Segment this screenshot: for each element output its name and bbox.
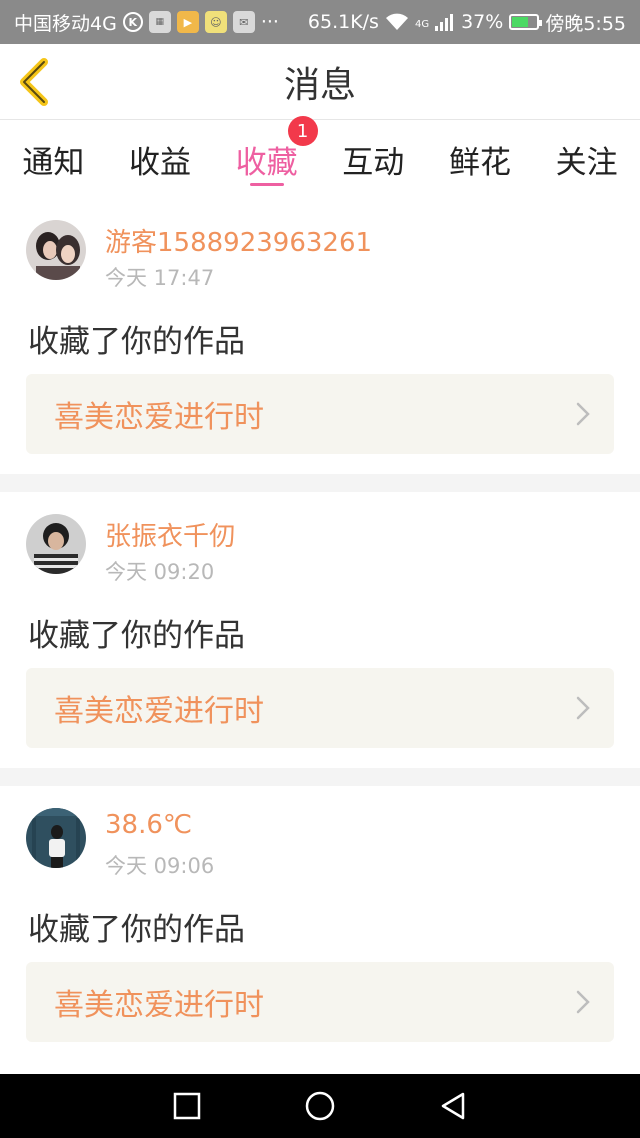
- tab-favorites[interactable]: 收藏 1: [230, 116, 318, 198]
- work-title: 喜美恋爱进行时: [54, 694, 264, 729]
- mail-icon: ✉: [232, 11, 255, 33]
- carrier-label: 中国移动4G: [14, 12, 117, 35]
- timestamp: 今天 17:47: [105, 266, 215, 290]
- work-title: 喜美恋爱进行时: [54, 400, 264, 435]
- more-notifications: ···: [260, 11, 279, 33]
- action-text: 收藏了你的作品: [28, 618, 245, 654]
- status-left: 中国移动4G K ▦ ▶ ☺ ✉ ···: [14, 9, 279, 36]
- message-list: 游客1588923963261 今天 17:47 收藏了你的作品 喜美恋爱进行时…: [0, 198, 640, 1062]
- tab-interaction[interactable]: 互动: [336, 120, 410, 198]
- avatar[interactable]: [26, 514, 86, 574]
- work-link[interactable]: 喜美恋爱进行时: [26, 374, 614, 454]
- back-button[interactable]: [14, 56, 58, 108]
- network-speed: 65.1K/s: [307, 11, 379, 33]
- timestamp: 今天 09:20: [105, 560, 215, 584]
- work-title: 喜美恋爱进行时: [54, 988, 264, 1023]
- work-link[interactable]: 喜美恋爱进行时: [26, 668, 614, 748]
- action-text: 收藏了你的作品: [28, 324, 245, 360]
- square-icon: [173, 1092, 200, 1120]
- work-link[interactable]: 喜美恋爱进行时: [26, 962, 614, 1042]
- tab-flowers[interactable]: 鲜花: [443, 120, 517, 198]
- chevron-right-icon: [576, 990, 590, 1014]
- avatar[interactable]: [26, 220, 86, 280]
- unread-badge: 1: [287, 116, 318, 146]
- timestamp: 今天 09:06: [105, 854, 215, 878]
- recents-button[interactable]: [169, 1088, 205, 1124]
- username[interactable]: 游客1588923963261: [105, 222, 372, 259]
- avatar[interactable]: [26, 808, 86, 868]
- chevron-left-icon: [20, 58, 48, 106]
- chat-icon: ☺: [204, 11, 227, 33]
- message-card: 游客1588923963261 今天 17:47 收藏了你的作品 喜美恋爱进行时: [0, 198, 640, 474]
- back-nav-button[interactable]: [435, 1088, 471, 1124]
- home-button[interactable]: [302, 1088, 338, 1124]
- chevron-right-icon: [576, 696, 590, 720]
- signal-icon: [435, 14, 454, 31]
- video-icon: ▶: [176, 11, 199, 33]
- tab-earnings[interactable]: 收益: [123, 120, 197, 198]
- signal-type-label: 4G: [414, 18, 430, 30]
- battery-percent: 37%: [461, 11, 504, 33]
- status-bar: 中国移动4G K ▦ ▶ ☺ ✉ ··· 65.1K/s 4G 37% 傍晚5:…: [0, 0, 640, 44]
- system-nav-bar: [0, 1074, 640, 1138]
- tab-favorites-label: 收藏: [235, 144, 298, 181]
- message-card: 张振衣千仞 今天 09:20 收藏了你的作品 喜美恋爱进行时: [0, 474, 640, 768]
- tab-bar: 通知 收益 收藏 1 互动 鲜花 关注: [0, 116, 640, 198]
- page-title: 消息: [283, 64, 356, 106]
- username[interactable]: 38.6℃: [105, 810, 192, 840]
- chevron-right-icon: [576, 402, 590, 426]
- wifi-icon: [385, 13, 408, 30]
- username[interactable]: 张振衣千仞: [105, 516, 235, 553]
- tab-notifications[interactable]: 通知: [16, 120, 90, 198]
- k-circle-icon: K: [122, 12, 143, 32]
- triangle-back-icon: [442, 1092, 465, 1120]
- status-right: 65.1K/s 4G 37% 傍晚5:55: [308, 9, 626, 36]
- circle-icon: [305, 1091, 335, 1121]
- header: 消息: [0, 44, 640, 120]
- tab-follow[interactable]: 关注: [550, 120, 624, 198]
- clock: 傍晚5:55: [545, 12, 626, 35]
- action-text: 收藏了你的作品: [28, 912, 245, 948]
- battery-icon: [509, 14, 543, 30]
- app-box-icon: ▦: [148, 11, 171, 33]
- message-card: 38.6℃ 今天 09:06 收藏了你的作品 喜美恋爱进行时: [0, 768, 640, 1062]
